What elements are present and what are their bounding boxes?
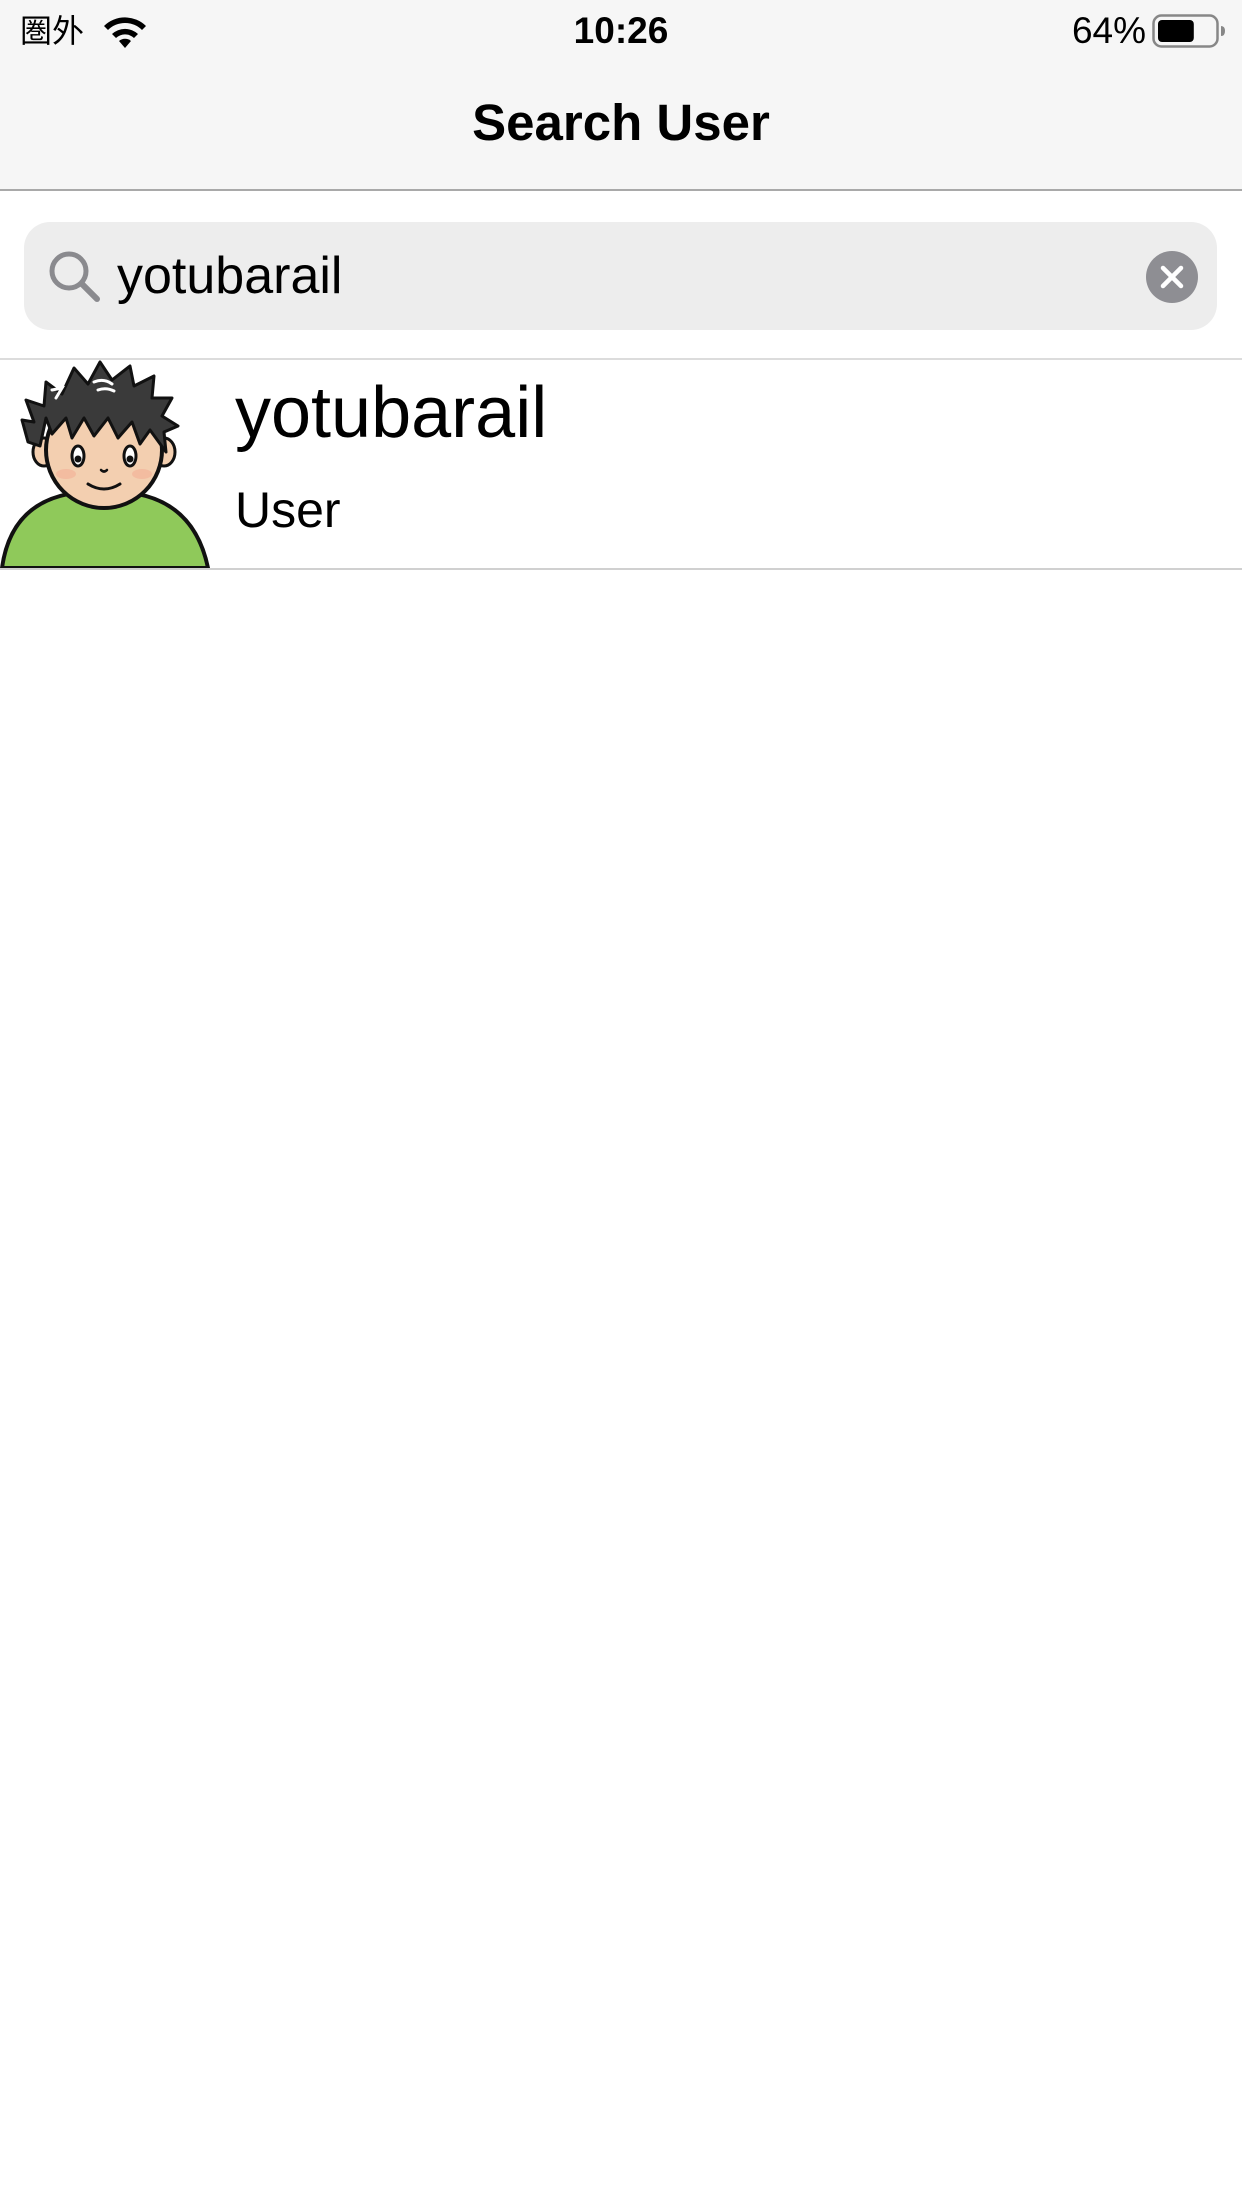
result-role: User: [235, 482, 341, 538]
navigation-bar: Search User: [0, 62, 1242, 191]
search-field[interactable]: [24, 222, 1217, 330]
battery-percent: 64%: [1071, 10, 1146, 51]
search-bar: [0, 191, 1242, 360]
clear-search-button[interactable]: [1146, 251, 1198, 303]
list-item[interactable]: yotubarail User: [0, 360, 1242, 570]
clear-icon: [1160, 265, 1184, 289]
page-title: Search User: [472, 94, 770, 151]
status-bar: 圏外 10:26 64%: [0, 0, 1242, 62]
result-username: yotubarail: [235, 373, 548, 453]
search-input[interactable]: [117, 240, 1127, 312]
avatar: [0, 360, 210, 568]
status-time: 10:26: [573, 10, 669, 51]
search-icon: [49, 251, 100, 302]
battery-icon: [1152, 14, 1225, 48]
